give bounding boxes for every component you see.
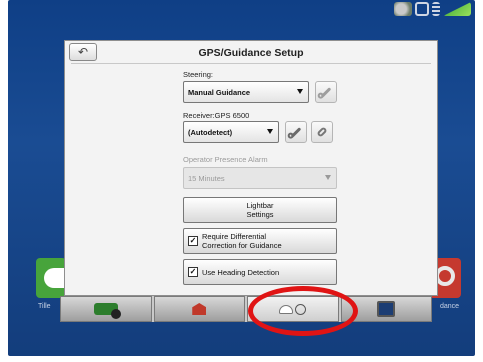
chevron-down-icon	[297, 89, 303, 94]
steering-wheel-icon	[435, 266, 455, 286]
nav-vehicle-button[interactable]	[60, 296, 152, 322]
require-differential-line1: Require Differential	[202, 232, 267, 241]
title-divider	[71, 63, 431, 64]
steering-select-value: Manual Guidance	[188, 87, 251, 97]
receiver-select[interactable]: (Autodetect)	[183, 121, 279, 143]
guidance-label: dance	[440, 303, 460, 310]
steering-select[interactable]: Manual Guidance	[183, 81, 309, 103]
steering-label: Steering:	[183, 70, 214, 79]
highlight-circle	[248, 286, 358, 336]
use-heading-detection-label: Use Heading Detection	[202, 267, 280, 277]
signal-strength-icon[interactable]	[443, 2, 471, 16]
status-bar	[394, 2, 471, 16]
tillage-label: Tille	[38, 303, 51, 310]
operator-presence-select[interactable]: 15 Minutes	[183, 167, 337, 189]
wrench-icon	[290, 126, 302, 138]
steering-settings-button[interactable]	[315, 81, 337, 103]
gps-status-icon[interactable]	[394, 2, 412, 16]
require-differential-checkbox[interactable]: ✓	[188, 236, 198, 246]
receiver-link-button[interactable]	[311, 121, 333, 143]
bottom-nav	[60, 296, 432, 322]
tillage-tile[interactable]	[36, 258, 66, 298]
link-icon	[316, 126, 328, 138]
lightbar-label-line2: Settings	[246, 210, 274, 219]
use-heading-detection-checkbox[interactable]: ✓	[188, 267, 198, 277]
dialog-title: GPS/Guidance Setup	[198, 47, 304, 59]
receiver-settings-button[interactable]	[285, 121, 307, 143]
receiver-label: Receiver:GPS 6500	[183, 111, 250, 120]
display-screen: Tille dance ↶ GPS/Guidance Setup Steerin…	[8, 0, 475, 356]
chevron-down-icon	[267, 129, 273, 134]
use-heading-detection-toggle[interactable]: ✓ Use Heading Detection	[183, 259, 337, 285]
tractor-icon	[93, 303, 121, 319]
lightbar-settings-button[interactable]: Lightbar Settings	[183, 197, 337, 223]
wrench-icon	[320, 86, 332, 98]
operator-presence-label: Operator Presence Alarm	[183, 155, 268, 164]
lightbar-label-line1: Lightbar	[246, 201, 274, 210]
gps-guidance-setup-dialog: ↶ GPS/Guidance Setup Steering: Manual Gu…	[64, 40, 438, 296]
chevron-down-icon	[325, 175, 331, 180]
nav-farm-button[interactable]	[153, 296, 245, 322]
receiver-select-value: (Autodetect)	[188, 127, 233, 137]
display-status-icon[interactable]	[415, 2, 429, 16]
operator-presence-value: 15 Minutes	[188, 173, 225, 183]
require-differential-line2: Correction for Guidance	[202, 241, 282, 250]
tillage-icon	[44, 268, 64, 288]
display-icon	[377, 301, 396, 317]
menu-bars-icon[interactable]	[432, 2, 440, 16]
barn-icon	[192, 303, 207, 315]
require-differential-toggle[interactable]: ✓ Require Differential Correction for Gu…	[183, 228, 337, 254]
